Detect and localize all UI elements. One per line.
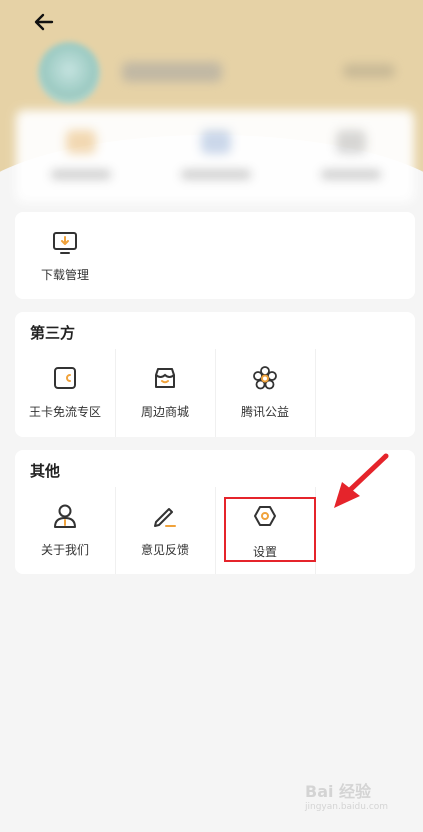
tile-label: 腾讯公益: [240, 405, 289, 419]
monitor-download-icon: [53, 232, 77, 254]
back-button[interactable]: [28, 8, 60, 36]
store-icon: [155, 368, 175, 388]
tile-label: 周边商城: [140, 405, 189, 419]
stats-card-blurred: [16, 110, 414, 202]
tile-label: 意见反馈: [140, 543, 189, 557]
tile-label: 设置: [252, 545, 277, 559]
watermark-text: Bai 经验: [305, 782, 372, 801]
card-icon: [54, 367, 76, 389]
about-us-tile[interactable]: 关于我们: [15, 487, 115, 575]
stat-item[interactable]: [311, 130, 391, 194]
stat-item[interactable]: [176, 130, 256, 194]
other-card: 其他 关于我们 意见反馈 设置: [15, 450, 415, 574]
person-icon: [54, 504, 76, 528]
section-title: 其他: [30, 462, 61, 480]
download-management-tile[interactable]: 下载管理: [15, 212, 115, 300]
tencent-charity-tile[interactable]: 腾讯公益: [215, 349, 315, 437]
download-card: 下载管理: [15, 212, 415, 299]
third-party-card: 第三方 王卡免流专区 周边商城 腾讯公益: [15, 312, 415, 437]
section-title: 第三方: [30, 324, 76, 342]
tile-label: 下载管理: [40, 268, 89, 282]
stat-item[interactable]: [41, 130, 121, 194]
merch-store-tile[interactable]: 周边商城: [115, 349, 215, 437]
wangka-free-zone-tile[interactable]: 王卡免流专区: [15, 349, 115, 437]
watermark-subtext: jingyan.baidu.com: [305, 802, 389, 812]
profile-action-blurred[interactable]: [343, 64, 395, 78]
profile-row[interactable]: [0, 34, 423, 104]
profile-name-blurred: [122, 62, 222, 82]
tile-label: 关于我们: [40, 543, 89, 557]
feedback-tile[interactable]: 意见反馈: [115, 487, 215, 575]
settings-tile[interactable]: 设置: [215, 487, 315, 575]
watermark: Bai 经验 jingyan.baidu.com: [305, 778, 388, 812]
arrow-left-icon: [34, 13, 54, 31]
avatar[interactable]: [38, 42, 100, 104]
flower-icon: [253, 366, 277, 390]
pencil-icon: [154, 508, 176, 527]
tile-label: 王卡免流专区: [28, 405, 101, 419]
settings-hexagon-icon: [254, 506, 276, 526]
